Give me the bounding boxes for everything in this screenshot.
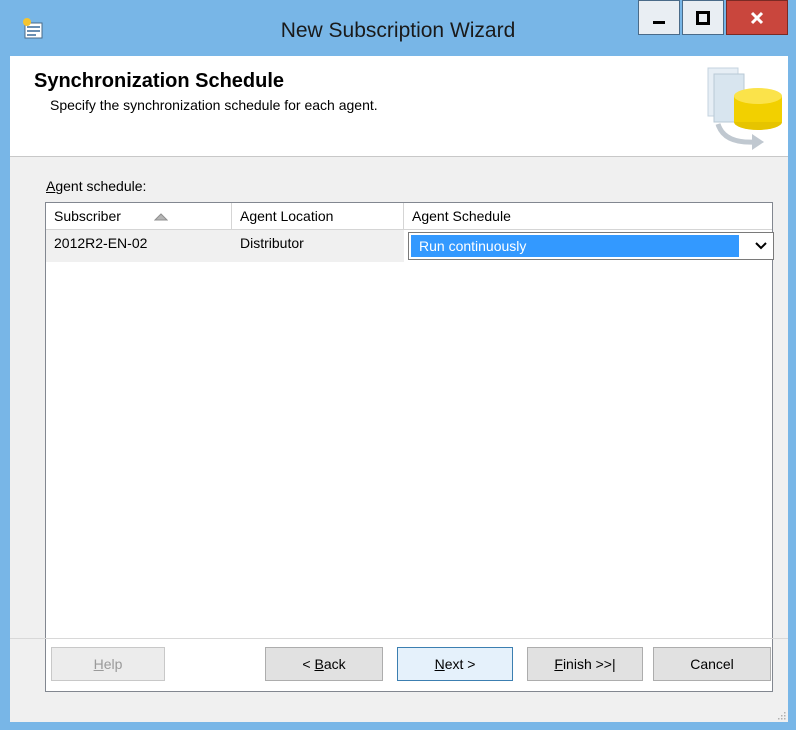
maximize-button[interactable] [682, 0, 724, 35]
column-header-label: Agent Schedule [412, 208, 511, 224]
chevron-down-icon[interactable] [755, 242, 767, 250]
cancel-button[interactable]: Cancel [653, 647, 771, 681]
finish-button[interactable]: Finish >>| [527, 647, 643, 681]
minimize-icon [653, 20, 665, 24]
page-subtitle: Specify the synchronization schedule for… [50, 97, 378, 113]
finish-button-accesskey: F [554, 656, 563, 672]
page-header: Synchronization Schedule Specify the syn… [10, 56, 788, 157]
back-button[interactable]: < Back [265, 647, 383, 681]
agent-schedule-label-text: gent schedule: [55, 178, 147, 194]
title-bar[interactable]: New Subscription Wizard [0, 0, 796, 56]
finish-button-label: inish >>| [562, 656, 616, 672]
agent-location-cell[interactable]: Distributor [232, 230, 404, 262]
column-header-agent-schedule[interactable]: Agent Schedule [404, 203, 764, 229]
close-button[interactable] [726, 0, 788, 35]
database-sync-icon [707, 67, 782, 150]
agent-schedule-grid[interactable]: Subscriber Agent Location Agent Schedule… [45, 202, 774, 692]
column-header-subscriber[interactable]: Subscriber [46, 203, 232, 229]
resize-grip-icon[interactable] [776, 710, 786, 720]
subscriber-cell[interactable]: 2012R2-EN-02 [46, 230, 232, 262]
next-button-accesskey: N [434, 656, 445, 672]
grid-header: Subscriber Agent Location Agent Schedule [46, 203, 772, 230]
maximize-icon [696, 10, 710, 25]
help-button-accesskey: H [93, 656, 104, 672]
help-button-label: elp [103, 656, 123, 672]
help-button[interactable]: Help [51, 647, 165, 681]
column-header-label: Subscriber [54, 208, 121, 224]
wizard-window: New Subscription Wizard Synchronization … [0, 0, 796, 730]
column-header-agent-location[interactable]: Agent Location [232, 203, 404, 229]
footer-divider [10, 638, 788, 639]
page-title: Synchronization Schedule [34, 70, 285, 92]
back-button-accesskey: B [314, 656, 324, 672]
wizard-client: Synchronization Schedule Specify the syn… [10, 56, 788, 722]
back-button-label: ack [323, 656, 346, 672]
agent-schedule-dropdown[interactable]: Run continuously [408, 232, 774, 260]
table-row[interactable]: 2012R2-EN-02 Distributor Run continuousl… [46, 230, 774, 262]
agent-schedule-value: Run continuously [411, 235, 739, 257]
back-button-prefix: < [302, 656, 315, 672]
agent-schedule-label: Agent schedule: [46, 178, 146, 194]
minimize-button[interactable] [638, 0, 680, 35]
agent-schedule-label-accesskey: A [46, 178, 56, 194]
next-button[interactable]: Next > [397, 647, 513, 681]
close-icon [750, 11, 764, 24]
sort-ascending-icon [154, 213, 168, 221]
column-header-label: Agent Location [240, 208, 334, 224]
next-button-label: ext > [444, 656, 476, 672]
